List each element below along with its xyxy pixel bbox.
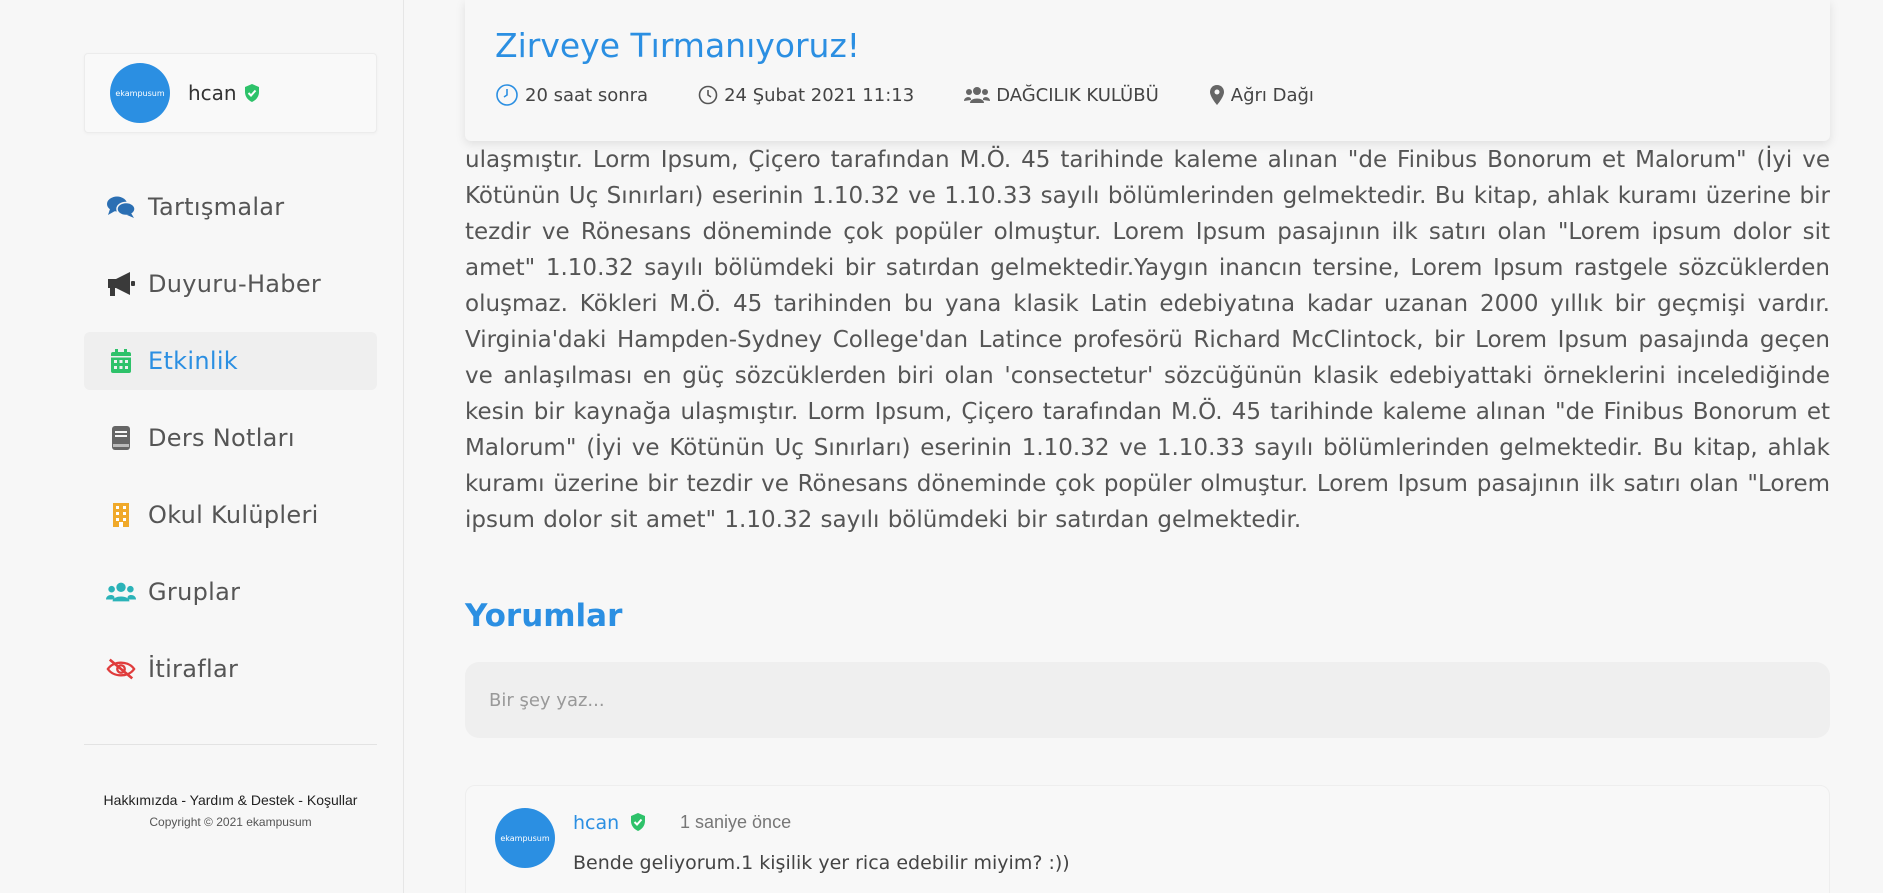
sidebar-item-tartismalar[interactable]: Tartışmalar [84,178,377,236]
clock-icon [698,85,718,105]
event-header: Zirveye Tırmanıyoruz! 20 saat sonra 24 Ş… [465,0,1830,141]
users-icon [106,579,136,605]
clock-icon [496,84,518,106]
avatar-logo-text: ekampusum [500,833,550,843]
event-relative-time: 20 saat sonra [495,83,648,107]
footer-links[interactable]: Hakkımızda - Yardım & Destek - Koşullar [84,792,377,808]
sidebar-menu: Tartışmalar Duyuru-Haber Etkinlik Ders N… [84,178,377,717]
sidebar-item-duyuru-haber[interactable]: Duyuru-Haber [84,255,377,313]
sidebar-item-itiraflar[interactable]: İtiraflar [84,640,377,698]
comments-title: Yorumlar [465,598,623,634]
sidebar-item-label: Okul Kulüpleri [148,501,319,529]
megaphone-icon [106,271,136,297]
sidebar-item-ders-notlari[interactable]: Ders Notları [84,409,377,467]
event-title: Zirveye Tırmanıyoruz! [495,26,861,65]
comment-item: ekampusum hcan 1 saniye önce Bende geliy… [465,785,1830,893]
verified-shield-icon [244,84,259,102]
eye-slash-icon [106,656,136,682]
sidebar: ekampusum hcan Tartışmalar Duyuru-Haber … [0,0,404,893]
event-club-text: DAĞCILIK KULÜBÜ [996,84,1159,106]
avatar[interactable]: ekampusum [495,808,555,868]
sidebar-divider [84,744,377,745]
comment-author-name: hcan [573,812,620,834]
sidebar-item-okul-kulupleri[interactable]: Okul Kulüpleri [84,486,377,544]
event-description: ulaşmıştır. Lorm Ipsum, Çiçero tarafında… [465,147,1830,533]
event-datetime: 24 Şubat 2021 11:13 [698,85,914,106]
event-club[interactable]: DAĞCILIK KULÜBÜ [964,85,1159,106]
sidebar-item-label: Gruplar [148,578,241,606]
copyright-text: Copyright © 2021 ekampusum [149,815,312,829]
sidebar-item-label: İtiraflar [148,655,239,683]
event-datetime-text: 24 Şubat 2021 11:13 [724,84,915,106]
event-location-text: Ağrı Dağı [1230,84,1314,106]
avatar[interactable]: ekampusum [110,63,170,123]
users-icon [964,87,991,103]
sidebar-item-label: Duyuru-Haber [148,270,322,298]
comments-icon [106,194,136,220]
event-location: Ağrı Dağı [1209,84,1314,106]
building-icon [106,502,136,528]
sidebar-item-label: Ders Notları [148,424,295,452]
event-relative-time-text: 20 saat sonra [525,84,649,106]
sidebar-item-etkinlik[interactable]: Etkinlik [84,332,377,390]
sidebar-item-gruplar[interactable]: Gruplar [84,563,377,621]
comment-time: 1 saniye önce [680,812,792,832]
comment-author[interactable]: hcan [573,812,647,834]
profile-card[interactable]: ekampusum hcan [84,53,377,133]
profile-name[interactable]: hcan [188,81,237,105]
sidebar-item-label: Tartışmalar [148,193,285,221]
comment-text: Bende geliyorum.1 kişilik yer rica edebi… [573,852,1070,874]
comment-input[interactable] [465,662,1830,738]
map-marker-icon [1209,85,1224,105]
book-icon [106,425,136,451]
verified-shield-icon [631,813,646,831]
sidebar-item-label: Etkinlik [148,347,238,375]
calendar-icon [106,348,136,374]
avatar-logo-text: ekampusum [115,88,165,98]
event-meta: 20 saat sonra 24 Şubat 2021 11:13 DAĞCIL… [495,83,1830,107]
